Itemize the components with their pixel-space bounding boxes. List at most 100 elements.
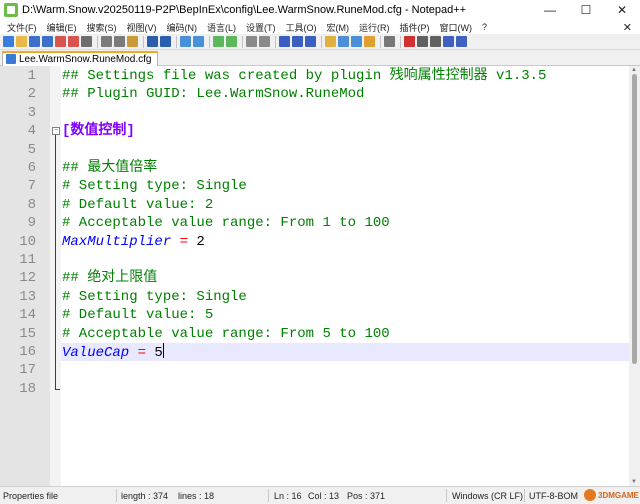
close-button[interactable]: ✕ (604, 0, 640, 20)
status-encoding[interactable]: UTF-8-BOM (529, 491, 578, 501)
code-token: # Acceptable value range: From 1 to 100 (62, 215, 390, 232)
save-icon[interactable] (29, 36, 40, 47)
scroll-down-arrow-icon[interactable]: ▼ (631, 479, 637, 485)
line-number: 11 (19, 252, 36, 268)
code-line[interactable]: 18 (0, 380, 640, 398)
code-text: [数值控制] (62, 122, 135, 140)
play-multiple-icon[interactable] (443, 36, 454, 47)
zoom-in-icon[interactable] (213, 36, 224, 47)
line-number: 12 (19, 270, 36, 287)
menu-item[interactable]: 编辑(E) (42, 21, 82, 34)
code-token: # Default value: 2 (62, 196, 214, 213)
save-all-icon[interactable] (42, 36, 53, 47)
cut-icon[interactable] (101, 36, 112, 47)
close-icon[interactable] (55, 36, 66, 47)
code-token: MaxMultiplier (62, 233, 172, 250)
menu-item[interactable]: 语言(L) (202, 21, 241, 34)
record-macro-icon[interactable] (404, 36, 415, 47)
save-macro-icon[interactable] (456, 36, 467, 47)
menu-item[interactable]: 视图(V) (122, 21, 162, 34)
paste-icon[interactable] (127, 36, 138, 47)
new-file-icon[interactable] (3, 36, 14, 47)
code-line[interactable]: 1 ## Settings file was created by plugin … (0, 67, 640, 85)
menu-item[interactable]: ? (477, 22, 492, 32)
wrap-icon[interactable] (279, 36, 290, 47)
scrollbar-thumb[interactable] (632, 74, 637, 364)
stop-macro-icon[interactable] (417, 36, 428, 47)
code-line[interactable]: 2 ## Plugin GUID: Lee.WarmSnow.RuneMod (0, 85, 640, 103)
code-token: 5 (146, 345, 163, 361)
code-token: ValueCap (62, 345, 130, 361)
copy-icon[interactable] (114, 36, 125, 47)
editor[interactable]: 1 ## Settings file was created by plugin … (0, 66, 640, 486)
line-number: 15 (19, 325, 36, 342)
vertical-scrollbar[interactable]: ▲ ▼ (629, 66, 640, 486)
indent-guide-icon[interactable] (305, 36, 316, 47)
tab-document[interactable]: Lee.WarmSnow.RuneMod.cfg (2, 51, 159, 66)
code-line[interactable]: 5 (0, 141, 640, 159)
code-line[interactable]: 16 ValueCap = 5 (0, 343, 640, 361)
menu-item[interactable]: 搜索(S) (82, 21, 122, 34)
menu-item[interactable]: 设置(T) (241, 21, 281, 34)
find-icon[interactable] (180, 36, 191, 47)
close-all-icon[interactable] (68, 36, 79, 47)
status-divider (446, 489, 447, 502)
function-list-icon[interactable] (351, 36, 362, 47)
code-line[interactable]: 10 MaxMultiplier = 2 (0, 233, 640, 251)
code-token: ## 最大值倍率 (62, 160, 158, 176)
monitor-icon[interactable] (384, 36, 395, 47)
menu-item[interactable]: 宏(M) (322, 21, 355, 34)
play-macro-icon[interactable] (430, 36, 441, 47)
sync-h-icon[interactable] (259, 36, 270, 47)
code-token: # Default value: 5 (62, 307, 214, 324)
tab-label: Lee.WarmSnow.RuneMod.cfg (19, 53, 152, 65)
scroll-up-arrow-icon[interactable]: ▲ (631, 67, 637, 73)
code-line[interactable]: 15 # Acceptable value range: From 5 to 10… (0, 325, 640, 343)
menu-item[interactable]: 窗口(W) (435, 21, 478, 34)
fold-range-line (55, 135, 56, 389)
code-line[interactable]: 11 (0, 251, 640, 269)
minimize-button[interactable]: — (532, 0, 568, 20)
fold-toggle-icon[interactable]: − (52, 127, 60, 136)
close-document-icon[interactable]: ✕ (615, 21, 640, 34)
print-icon[interactable] (81, 36, 92, 47)
watermark: 3DMGAME (584, 489, 639, 501)
sync-v-icon[interactable] (246, 36, 257, 47)
doc-map-icon[interactable] (338, 36, 349, 47)
line-number: 18 (19, 380, 36, 397)
zoom-out-icon[interactable] (226, 36, 237, 47)
menu-item[interactable]: 运行(R) (354, 21, 395, 34)
redo-icon[interactable] (160, 36, 171, 47)
code-line[interactable]: 3 (0, 104, 640, 122)
saved-file-icon (6, 54, 16, 64)
toolbar-separator (321, 35, 322, 48)
replace-icon[interactable] (193, 36, 204, 47)
menu-item[interactable]: 插件(P) (395, 21, 435, 34)
status-line-number: Ln : 16 (274, 491, 302, 501)
status-file-type: Properties file (3, 491, 59, 501)
code-line[interactable]: 17 (0, 361, 640, 379)
code-line[interactable]: 7 # Setting type: Single (0, 177, 640, 195)
menu-item[interactable]: 工具(O) (281, 21, 322, 34)
code-line[interactable]: 13 # Setting type: Single (0, 288, 640, 306)
code-line[interactable]: 9 # Acceptable value range: From 1 to 100 (0, 214, 640, 232)
undo-icon[interactable] (147, 36, 158, 47)
code-line[interactable]: 8 # Default value: 2 (0, 196, 640, 214)
udl-icon[interactable] (325, 36, 336, 47)
open-file-icon[interactable] (16, 36, 27, 47)
code-text: # Acceptable value range: From 1 to 100 (62, 214, 390, 232)
window-title: D:\Warm.Snow.v20250119-P2P\BepInEx\confi… (22, 4, 467, 16)
menu-item[interactable]: 编码(N) (162, 21, 203, 34)
toolbar-separator (380, 35, 381, 48)
status-eol[interactable]: Windows (CR LF) (452, 491, 523, 501)
all-chars-icon[interactable] (292, 36, 303, 47)
code-line[interactable]: 14 # Default value: 5 (0, 306, 640, 324)
line-number: 16 (19, 344, 36, 360)
folder-workspace-icon[interactable] (364, 36, 375, 47)
code-line[interactable]: 4 [数值控制] (0, 122, 640, 140)
maximize-button[interactable]: ☐ (568, 0, 604, 20)
code-line[interactable]: 12 ## 绝对上限值 (0, 269, 640, 287)
code-line[interactable]: 6 ## 最大值倍率 (0, 159, 640, 177)
menu-item[interactable]: 文件(F) (2, 21, 42, 34)
menu-bar: 文件(F) 编辑(E) 搜索(S) 视图(V) 编码(N) 语言(L) 设置(T) 工具(O)… (0, 20, 640, 34)
